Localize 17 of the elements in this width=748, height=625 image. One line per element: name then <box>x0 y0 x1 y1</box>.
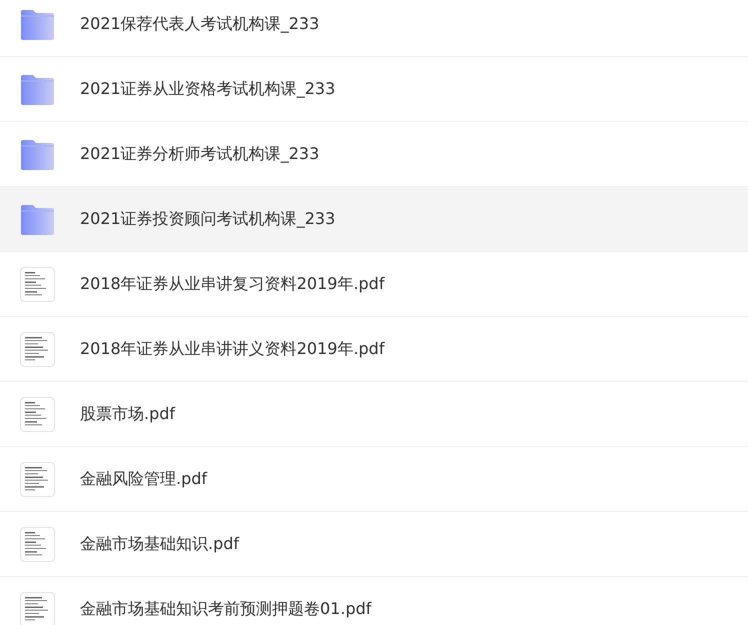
file-name: 2021证券投资顾问考试机构课_233 <box>80 208 336 230</box>
file-name: 2021证券分析师考试机构课_233 <box>80 144 320 164</box>
file-row[interactable]: 2021证券投资顾问考试机构课_233 <box>0 187 748 252</box>
file-name: 2021保荐代表人考试机构课_233 <box>80 14 320 34</box>
file-name: 金融风险管理.pdf <box>80 468 208 490</box>
file-name: 金融市场基础知识.pdf <box>80 534 240 554</box>
file-name: 2018年证券从业串讲复习资料2019年.pdf <box>80 274 384 294</box>
document-thumbnail-icon <box>20 396 55 432</box>
document-thumbnail-icon <box>20 526 55 562</box>
document-thumbnail-icon <box>20 332 55 366</box>
file-name: 金融市场基础知识考前预测押题卷01.pdf <box>80 598 372 620</box>
file-name: 股票市场.pdf <box>80 404 176 424</box>
file-name: 2018年证券从业串讲讲义资料2019年.pdf <box>80 338 384 360</box>
file-name: 2021证券从业资格考试机构课_233 <box>80 78 336 100</box>
document-thumbnail-icon <box>20 592 55 625</box>
document-thumbnail-icon <box>20 266 55 302</box>
document-thumbnail-icon <box>20 462 55 496</box>
